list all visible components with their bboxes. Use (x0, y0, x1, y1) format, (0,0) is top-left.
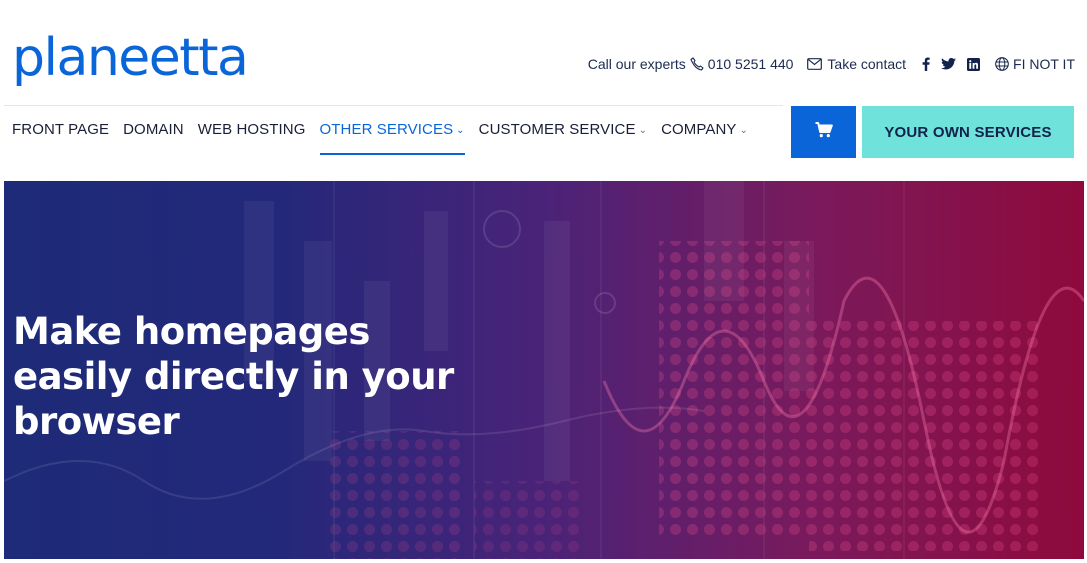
site-header: planeetta Call our experts 010 5251 440 … (0, 0, 1087, 105)
phone-number-link[interactable]: 010 5251 440 (708, 56, 794, 72)
take-contact-link[interactable]: Take contact (827, 56, 906, 72)
twitter-icon[interactable] (941, 58, 957, 70)
mail-icon (807, 58, 823, 70)
chevron-down-icon: ⌄ (456, 125, 465, 136)
page: planeetta Call our experts 010 5251 440 … (0, 0, 1087, 563)
hero-title-line: easily directly in your (13, 355, 454, 398)
top-utility-bar: Call our experts 010 5251 440 Take conta… (588, 54, 1075, 74)
chevron-down-icon: ⌄ (638, 125, 648, 136)
nav-item-customer-service[interactable]: CUSTOMER SERVICE ⌄ (479, 121, 647, 155)
hero-title: Make homepages easily directly in your b… (13, 309, 533, 444)
nav-label: FRONT PAGE (12, 121, 110, 138)
nav-item-other-services[interactable]: OTHER SERVICES ⌄ (319, 121, 465, 155)
nav-label: DOMAIN (123, 121, 184, 138)
social-links (922, 57, 981, 71)
nav-item-web-hosting[interactable]: WEB HOSTING (198, 121, 306, 155)
cart-button[interactable] (791, 106, 856, 158)
logo[interactable]: planeetta (12, 28, 249, 88)
cart-icon (815, 121, 833, 143)
phone-icon (690, 57, 704, 71)
main-navigation: FRONT PAGE DOMAIN WEB HOSTING OTHER SERV… (12, 121, 762, 157)
nav-item-front-page[interactable]: FRONT PAGE (12, 121, 109, 155)
nav-item-domain[interactable]: DOMAIN (123, 121, 184, 155)
facebook-icon[interactable] (922, 57, 930, 71)
hero-title-line: Make homepages (13, 310, 370, 353)
nav-label: OTHER SERVICES (319, 121, 454, 138)
chevron-down-icon: ⌄ (739, 125, 748, 136)
hero-title-line: browser (13, 400, 180, 443)
nav-label: COMPANY (661, 121, 737, 138)
nav-item-company[interactable]: COMPANY ⌄ (661, 121, 748, 155)
call-experts-label: Call our experts (587, 56, 686, 72)
nav-label: CUSTOMER SERVICE (478, 121, 636, 138)
globe-icon (995, 57, 1009, 71)
header-divider (4, 105, 783, 106)
your-own-services-button[interactable]: YOUR OWN SERVICES (862, 106, 1074, 158)
hero-banner: Make homepages easily directly in your b… (4, 181, 1084, 559)
linkedin-icon[interactable] (967, 57, 981, 71)
nav-label: WEB HOSTING (197, 121, 306, 138)
language-selector[interactable]: FI NOT IT (1013, 56, 1075, 72)
